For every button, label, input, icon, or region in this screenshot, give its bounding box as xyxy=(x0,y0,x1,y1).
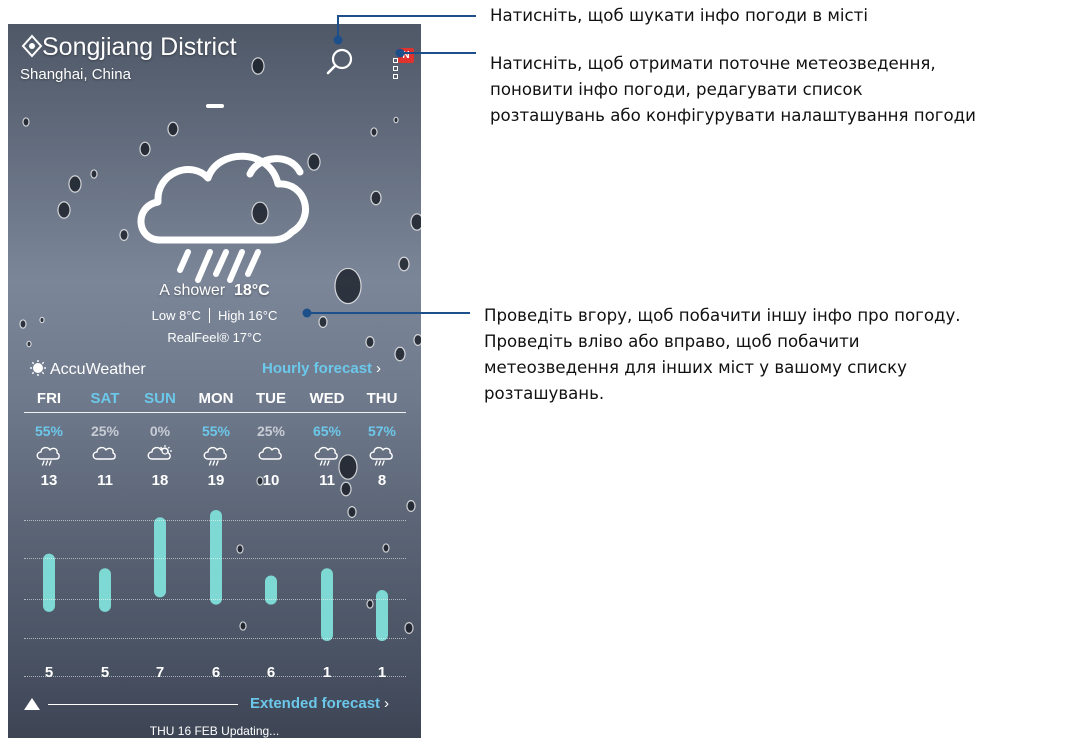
weather-app-screen[interactable]: Songjiang District Shanghai, China N A s… xyxy=(8,24,421,738)
callout-line: розташувань. xyxy=(484,384,605,403)
grid-line xyxy=(24,676,406,677)
chevron-right-icon: › xyxy=(384,695,390,712)
update-status: THU 16 FEB Updating... xyxy=(149,724,280,738)
grid-line xyxy=(24,520,406,521)
temp-range-bar xyxy=(43,553,55,612)
callout-line: Натисніть, щоб шукати інфо погоди в міст… xyxy=(490,6,868,25)
temp-range-bar xyxy=(99,568,111,612)
grid-line xyxy=(24,599,406,600)
temp-range-bar xyxy=(376,590,388,641)
divider-line xyxy=(48,704,238,705)
extended-forecast-link[interactable]: Extended forecast › xyxy=(250,695,389,712)
extended-forecast-label: Extended forecast xyxy=(250,695,381,712)
temp-range-bar xyxy=(265,575,277,605)
callout-line: метеозведення для інших міст у вашому сп… xyxy=(484,358,907,377)
callout-line: Проведіть вліво або вправо, щоб побачити xyxy=(484,332,860,351)
grid-line xyxy=(24,558,406,559)
grid-line xyxy=(24,638,406,639)
temp-range-bar xyxy=(321,568,333,641)
menu-callout-text: Натисніть, щоб отримати поточне метеозве… xyxy=(490,51,976,129)
temperature-range-bars xyxy=(43,510,388,641)
callout-line: поновити інфо погоди, редагувати список xyxy=(490,80,863,99)
callout-line: розташувань або конфігурувати налаштуван… xyxy=(490,106,976,125)
callout-line: Проведіть вгору, щоб побачити іншу інфо … xyxy=(484,306,961,325)
callout-line: Натисніть, щоб отримати поточне метеозве… xyxy=(490,54,936,73)
collapse-up-icon[interactable] xyxy=(24,698,40,710)
search-callout-text: Натисніть, щоб шукати інфо погоди в міст… xyxy=(490,3,868,29)
swipe-callout-text: Проведіть вгору, щоб побачити іншу інфо … xyxy=(484,303,961,407)
